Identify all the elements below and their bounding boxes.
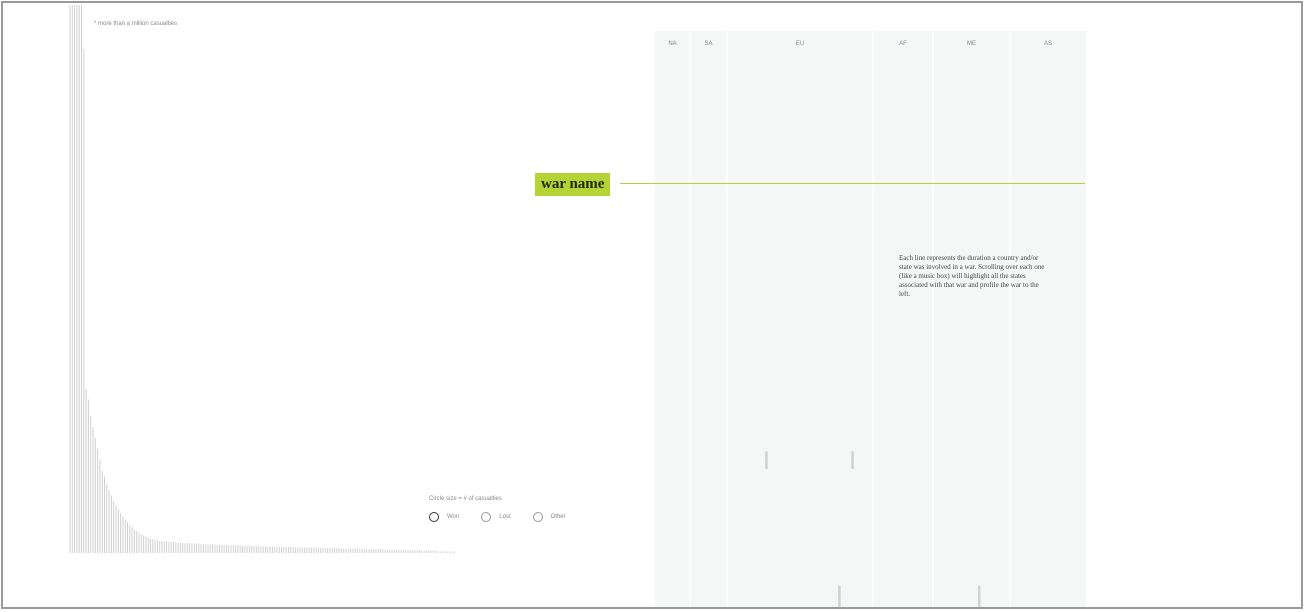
region-label-na: NA [668, 41, 676, 47]
chart-footnote: * more than a million casualties [94, 21, 178, 27]
war-name-label: war name [535, 173, 611, 196]
casualty-bar-chart [69, 5, 455, 553]
other-circle-icon [532, 512, 543, 522]
timeline-description: Each line represents the duration a coun… [899, 254, 1045, 298]
region-label-eu: EU [796, 41, 804, 47]
legend-item-other[interactable]: Other [532, 512, 566, 522]
won-circle-icon [429, 512, 439, 522]
region-timeline-chart[interactable]: NA SA EU AF ME AS [655, 31, 1086, 609]
region-label-af: AF [899, 41, 907, 47]
war-highlight-line [620, 183, 1085, 184]
timeline-background [655, 31, 1086, 607]
legend-label-other: Other [550, 514, 566, 520]
region-label-me: ME [967, 41, 976, 47]
lost-circle-icon [481, 512, 492, 522]
legend-item-won[interactable]: Won [429, 512, 459, 522]
legend: Circle size = # of casualties Won Lost O… [429, 496, 566, 522]
legend-label-lost: Lost [499, 514, 511, 520]
legend-item-lost[interactable]: Lost [481, 512, 511, 522]
legend-label-won: Won [447, 514, 460, 520]
visualization-frame: * more than a million casualties Circle … [1, 1, 1303, 609]
legend-title: Circle size = # of casualties [429, 496, 502, 502]
legend-items: Won Lost Other [429, 512, 566, 522]
region-label-sa: SA [704, 41, 712, 47]
region-label-as: AS [1044, 41, 1052, 47]
